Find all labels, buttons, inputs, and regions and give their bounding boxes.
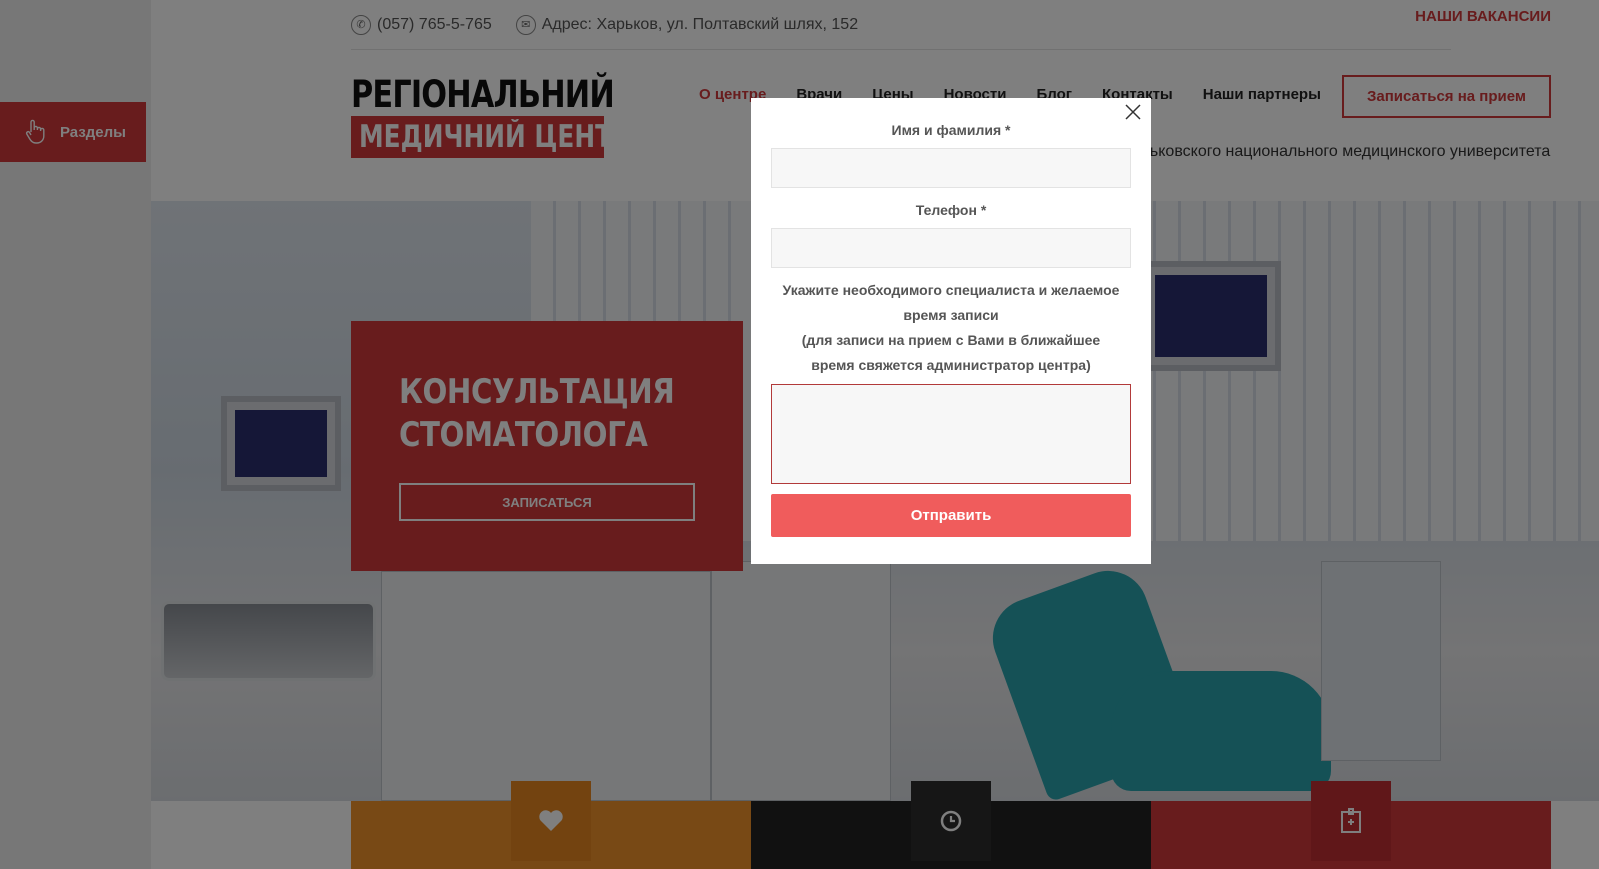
message-field[interactable] [771,384,1131,484]
note-line-4: время свяжется администратор центра) [811,357,1091,373]
note-line-2: время записи [903,307,999,323]
note-line-1: Укажите необходимого специалиста и желае… [782,282,1120,298]
submit-button[interactable]: Отправить [771,494,1131,537]
appointment-note: Укажите необходимого специалиста и желае… [771,278,1131,378]
name-label: Имя и фамилия * [891,122,1011,138]
name-field[interactable] [771,148,1131,188]
close-icon[interactable] [1125,104,1141,120]
phone-label: Телефон * [915,202,987,218]
note-line-3: (для записи на прием с Вами в ближайшее [801,332,1101,348]
appointment-modal: Имя и фамилия * Телефон * Укажите необхо… [751,98,1151,564]
phone-field[interactable] [771,228,1131,268]
